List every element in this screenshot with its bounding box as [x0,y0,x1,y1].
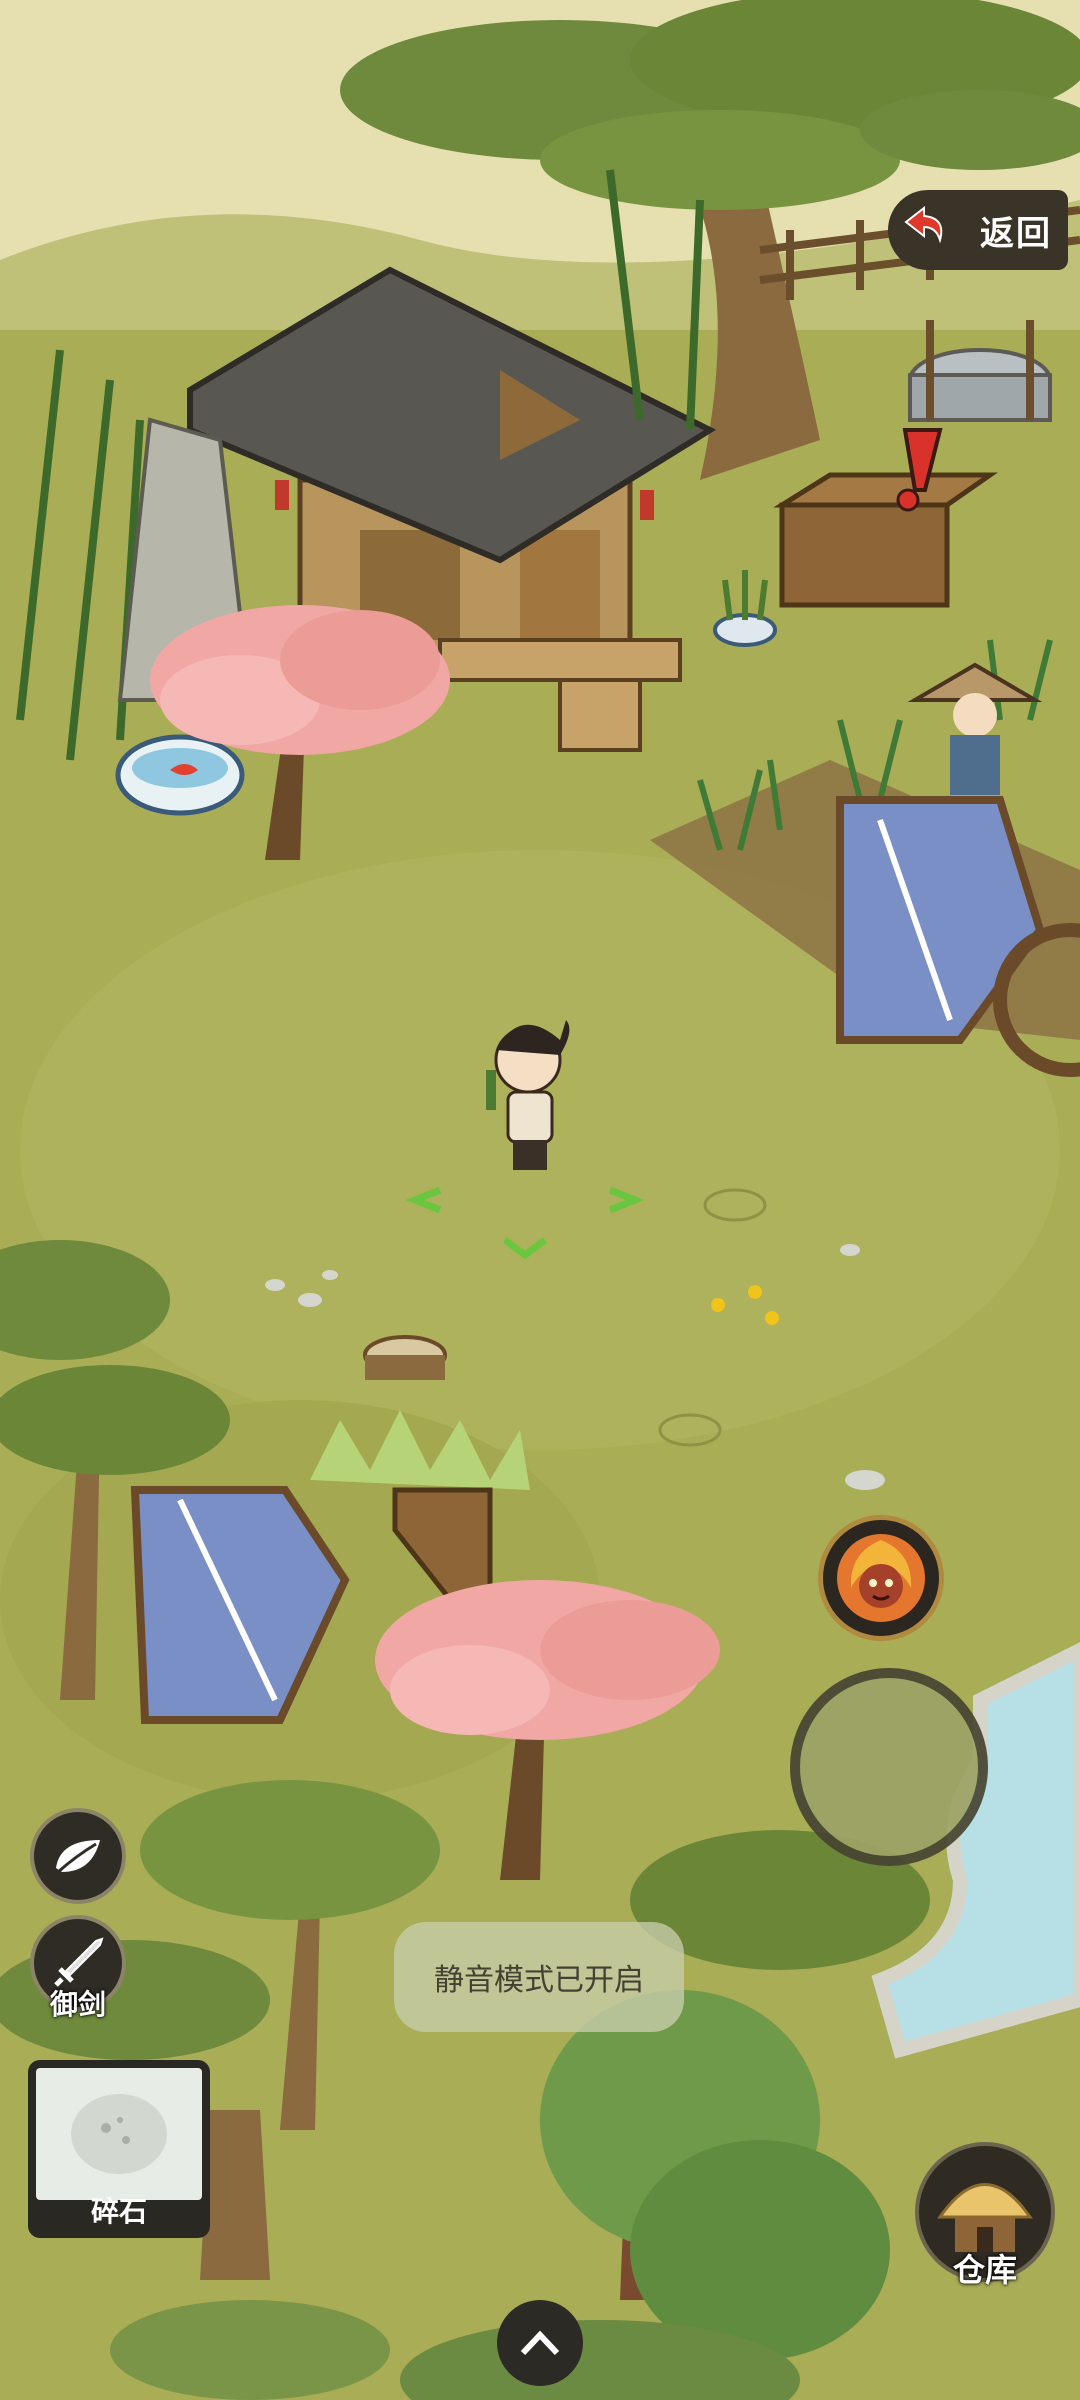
item-slot-gravel[interactable]: 碎石 [28,2060,210,2238]
warehouse-label: 仓库 [952,2251,1017,2289]
return-arrow-icon [896,198,958,260]
chevron-up-icon [520,2330,560,2356]
leaf-skill-button[interactable] [30,1808,126,1904]
gravel-item-icon [36,2068,202,2200]
leaf-icon [56,1840,100,1874]
tree-stump [363,1335,447,1380]
sword-flight-label: 御剑 [49,1988,106,2021]
skill-button[interactable] [818,1515,944,1641]
item-label: 碎石 [90,2195,147,2228]
return-label: 返回 [980,213,1052,254]
tree-stump [200,2110,270,2280]
virtual-joystick[interactable] [790,1668,988,1866]
mute-toast: 静音模式已开启 [394,1922,684,2032]
expand-menu-button[interactable] [497,2300,583,2386]
fire-spirit-icon [837,1534,925,1622]
return-button[interactable]: 返回 [888,190,1068,270]
game-scene [0,0,1080,2400]
goldfish-bowl [115,734,245,816]
